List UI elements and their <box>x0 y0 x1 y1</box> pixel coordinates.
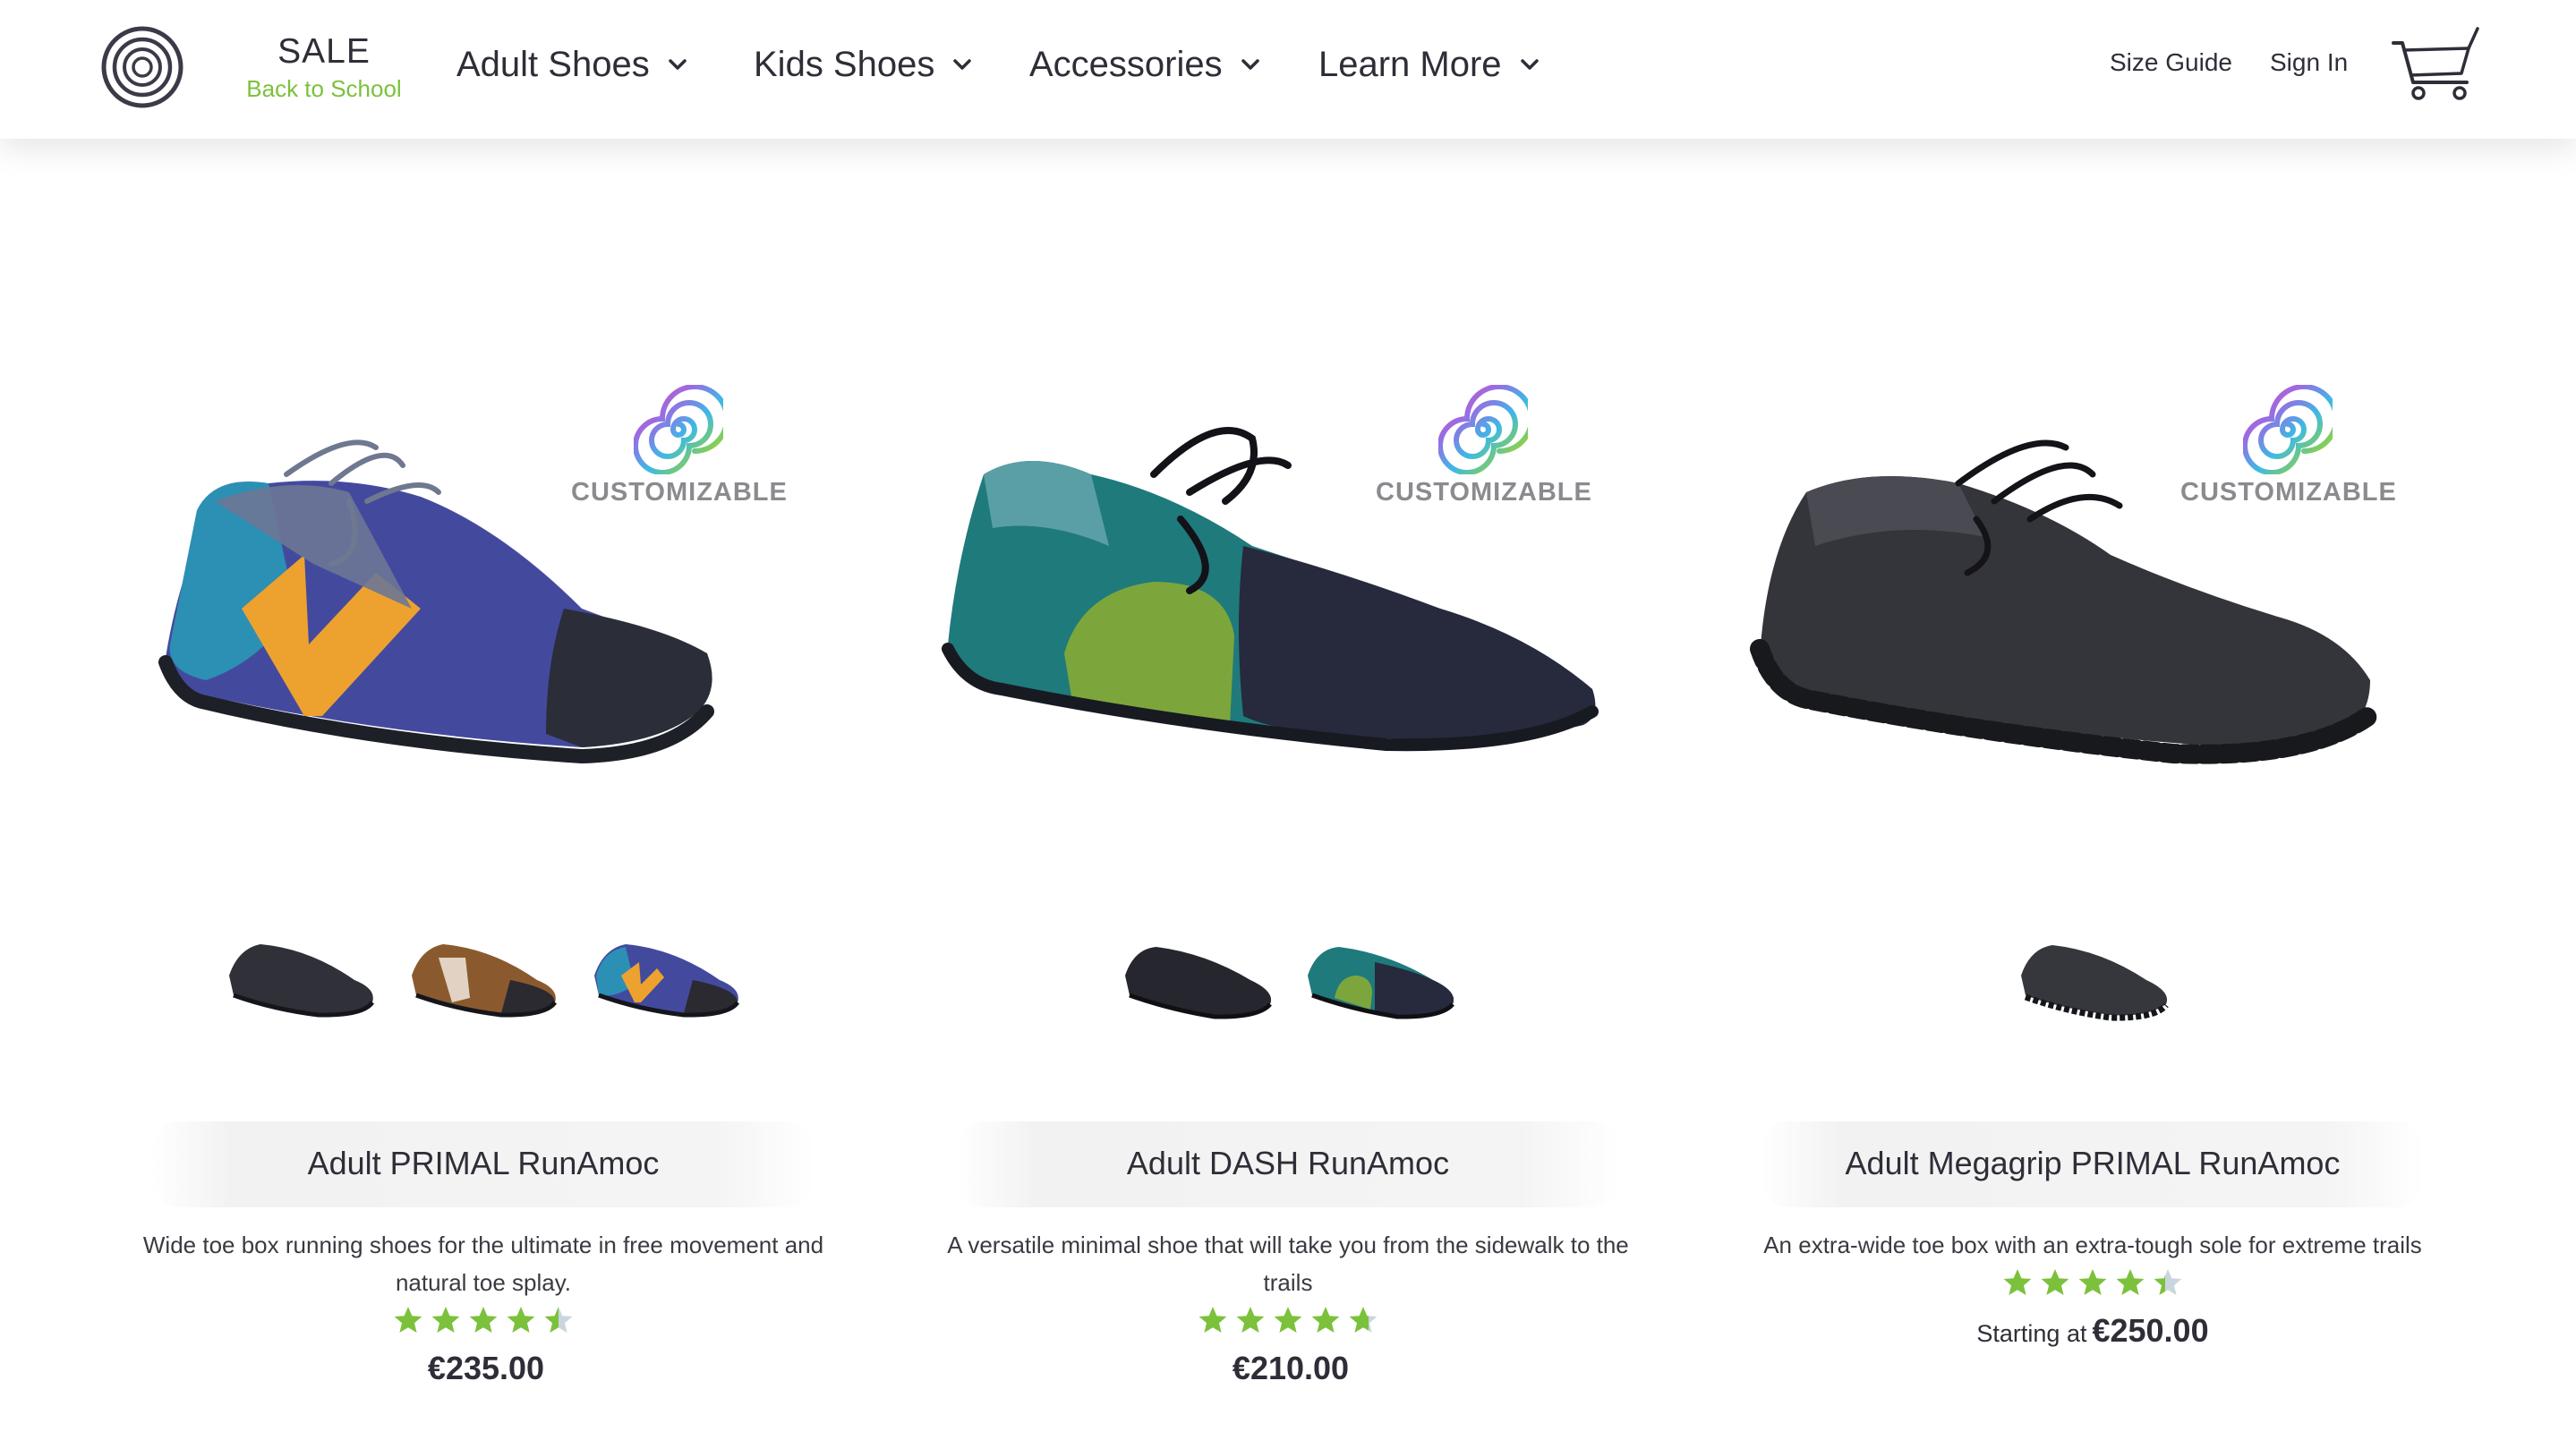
sale-link[interactable]: SALE Back to School <box>235 30 414 104</box>
nav-accessories-label: Accessories <box>1029 44 1223 84</box>
sale-title: SALE <box>277 32 371 71</box>
color-thumbnails <box>885 913 1691 1038</box>
price-prefix: Starting at <box>1976 1320 2087 1347</box>
customizable-badge: CUSTOMIZABLE <box>1376 385 1591 507</box>
product-price: €235.00 <box>81 1350 886 1387</box>
nav-adult-shoes-label: Adult Shoes <box>456 44 650 84</box>
product-card[interactable]: CUSTOMIZABLE Adult PRIMAL RunAmoc Wide t… <box>81 340 886 1414</box>
star-icon <box>2154 1269 2182 1295</box>
thumbnail-blue[interactable] <box>585 913 746 1029</box>
size-guide-link[interactable]: Size Guide <box>2110 48 2232 77</box>
nav-kids-shoes-label: Kids Shoes <box>754 44 935 84</box>
product-description: An extra-wide toe box with an extra-toug… <box>1763 1232 2422 1258</box>
nav-learn-more[interactable]: Learn More <box>1318 39 1543 90</box>
thumbnail-black[interactable] <box>220 913 381 1029</box>
thumbnail-teal[interactable] <box>1299 913 1460 1029</box>
sale-subtitle: Back to School <box>246 75 402 102</box>
thumbnail-black[interactable] <box>1116 913 1277 1029</box>
star-icon <box>1311 1307 1340 1333</box>
nav-adult-shoes[interactable]: Adult Shoes <box>456 39 691 90</box>
star-icon <box>1236 1307 1265 1333</box>
star-icon <box>1198 1307 1227 1333</box>
rainbow-spiral-icon <box>2243 385 2333 474</box>
star-icon <box>394 1307 422 1333</box>
sign-in-link[interactable]: Sign In <box>2270 48 2348 77</box>
price-value: €210.00 <box>1232 1350 1350 1386</box>
product-title[interactable]: Adult DASH RunAmoc <box>885 1128 1691 1199</box>
star-icon <box>2003 1269 2032 1295</box>
product-title[interactable]: Adult Megagrip PRIMAL RunAmoc <box>1690 1128 2495 1199</box>
star-icon <box>544 1307 573 1333</box>
site-header: SALE Back to School Adult Shoes Kids Sho… <box>0 0 2576 139</box>
product-description: Wide toe box running shoes for the ultim… <box>142 1232 824 1296</box>
star-icon <box>2041 1269 2069 1295</box>
customizable-badge: CUSTOMIZABLE <box>2180 385 2396 507</box>
rating-stars[interactable] <box>885 1305 1691 1335</box>
thumbnail-black[interactable] <box>2012 913 2173 1029</box>
price-value: €250.00 <box>2092 1312 2209 1349</box>
chevron-down-icon <box>953 59 972 70</box>
chevron-down-icon <box>1520 59 1539 70</box>
color-thumbnails <box>81 913 886 1038</box>
product-title[interactable]: Adult PRIMAL RunAmoc <box>81 1128 886 1199</box>
rainbow-spiral-icon <box>1438 385 1528 474</box>
thumbnail-brown[interactable] <box>403 913 564 1029</box>
star-icon <box>431 1307 460 1333</box>
nav-accessories[interactable]: Accessories <box>1029 39 1264 90</box>
customizable-label: CUSTOMIZABLE <box>2180 478 2397 507</box>
star-icon <box>507 1307 535 1333</box>
product-card[interactable]: CUSTOMIZABLE Adult Megagrip PRIMAL RunAm… <box>1690 340 2495 1414</box>
star-icon <box>1349 1307 1378 1333</box>
product-description: A versatile minimal shoe that will take … <box>947 1232 1629 1296</box>
star-icon <box>1274 1307 1302 1333</box>
customizable-label: CUSTOMIZABLE <box>1376 478 1592 507</box>
customizable-label: CUSTOMIZABLE <box>571 478 788 507</box>
price-value: €235.00 <box>427 1350 545 1386</box>
customizable-badge: CUSTOMIZABLE <box>571 385 787 507</box>
product-card[interactable]: CUSTOMIZABLE Adult DASH RunAmoc A versat… <box>885 340 1691 1414</box>
product-price: Starting at €250.00 <box>1690 1312 2495 1350</box>
star-icon <box>2078 1269 2107 1295</box>
star-icon <box>2116 1269 2145 1295</box>
spiral-logo-icon[interactable] <box>100 25 184 109</box>
nav-kids-shoes[interactable]: Kids Shoes <box>754 39 976 90</box>
rainbow-spiral-icon <box>634 385 723 474</box>
rating-stars[interactable] <box>1690 1267 2495 1298</box>
nav-learn-more-label: Learn More <box>1318 44 1502 84</box>
shopping-cart-icon[interactable] <box>2390 25 2483 106</box>
product-price: €210.00 <box>885 1350 1691 1387</box>
star-icon <box>469 1307 498 1333</box>
rating-stars[interactable] <box>81 1305 886 1335</box>
color-thumbnails <box>1690 913 2495 1038</box>
chevron-down-icon <box>1241 59 1259 70</box>
chevron-down-icon <box>668 59 687 70</box>
